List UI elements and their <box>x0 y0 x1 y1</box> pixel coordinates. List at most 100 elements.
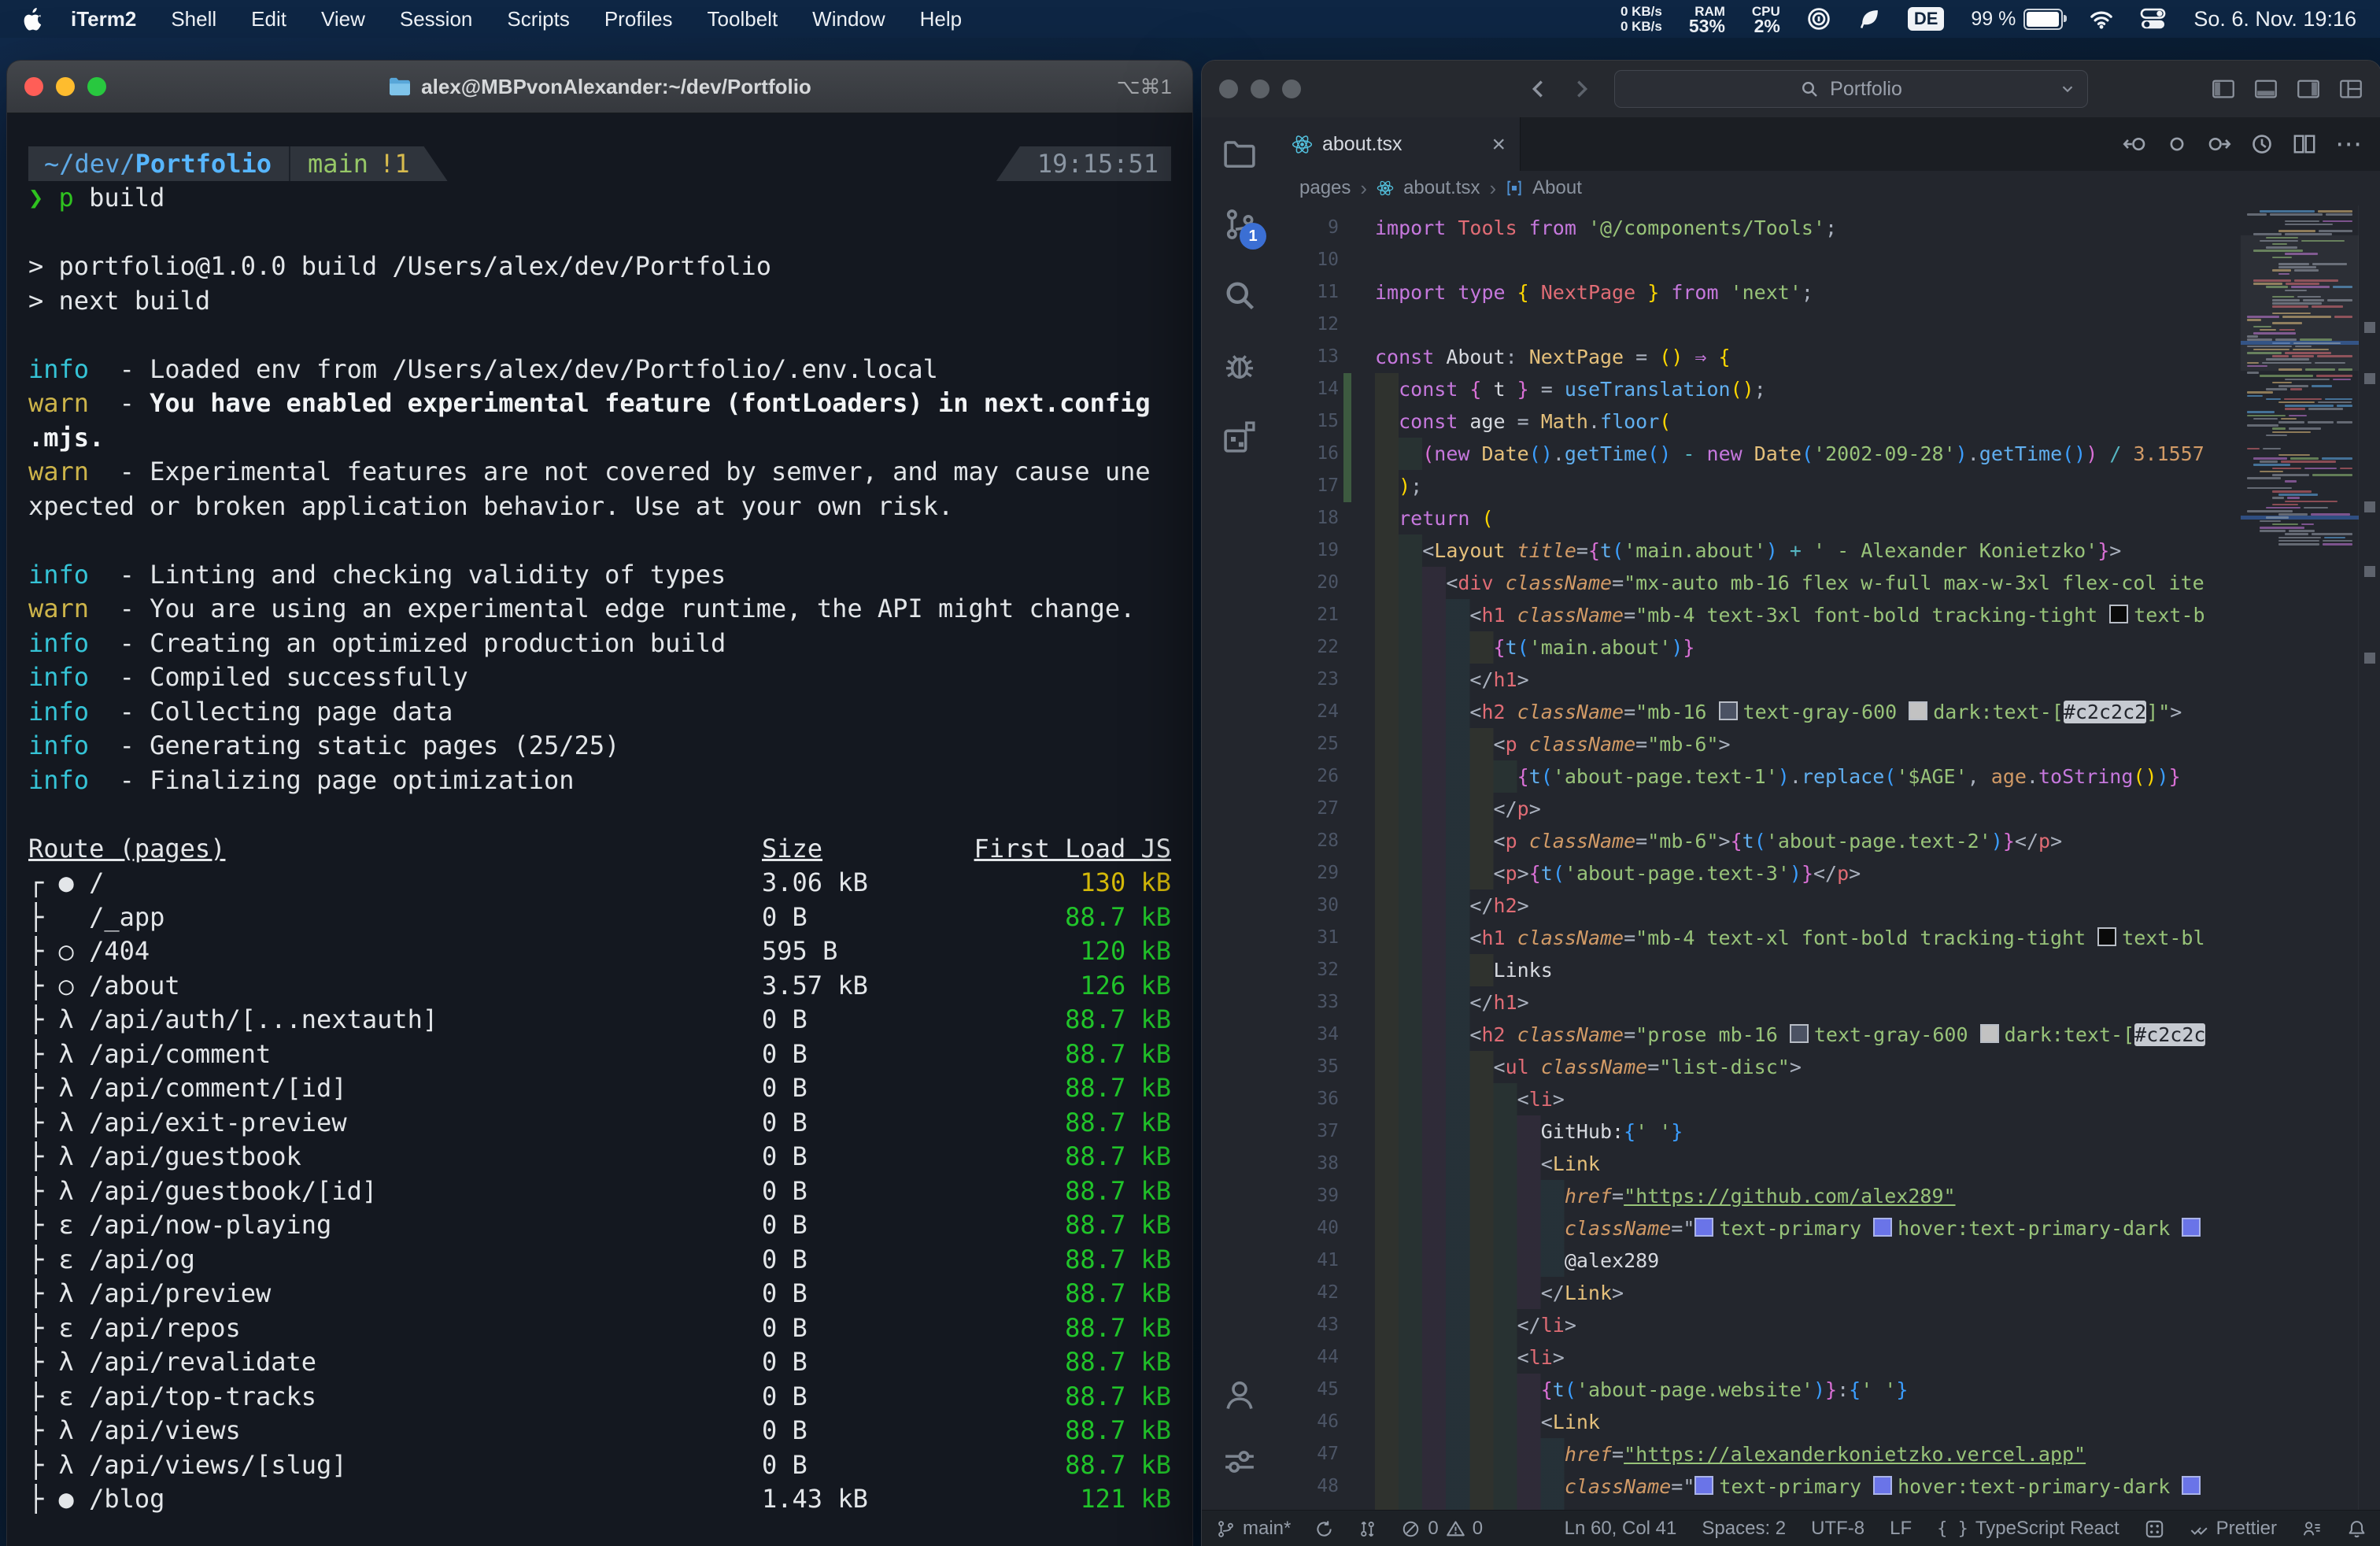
breadcrumb-pages[interactable]: pages <box>1299 177 1351 199</box>
ruler-mark <box>2364 322 2375 333</box>
git-change-bar <box>1343 1245 1351 1277</box>
breadcrumb-file[interactable]: about.tsx <box>1403 177 1480 199</box>
history-back-icon[interactable] <box>1526 77 1550 101</box>
next-change-icon[interactable] <box>2208 132 2231 156</box>
run-debug-icon[interactable] <box>1222 349 1257 383</box>
cpu-indicator[interactable]: CPU 2% <box>1752 4 1780 34</box>
ram-indicator[interactable]: RAM 53% <box>1689 4 1725 34</box>
minimize-button[interactable] <box>1251 80 1269 98</box>
manage-icon[interactable] <box>1222 1444 1257 1479</box>
tab-about-tsx[interactable]: about.tsx × <box>1277 117 1521 172</box>
errors-icon <box>1401 1519 1421 1539</box>
code-line: 48 className="text-primary hover:text-pr… <box>1277 1470 2241 1503</box>
terminal-line: info - Generating static pages (25/25) <box>28 729 1171 764</box>
network-throughput[interactable]: 0 KB/s 0 KB/s <box>1621 4 1662 34</box>
control-center-icon[interactable] <box>2140 7 2167 31</box>
terminal-line: info - Linting and checking validity of … <box>28 558 1171 593</box>
toggle-sidebar-icon[interactable] <box>2211 77 2236 101</box>
menu-item-shell[interactable]: Shell <box>171 7 216 31</box>
indentation-setting[interactable]: Spaces: 2 <box>1702 1518 1786 1540</box>
terminal-content[interactable]: ~/dev/Portfolio main !1 19:15:51 ❯ p bui… <box>7 146 1192 1517</box>
accounts-icon[interactable] <box>1222 1378 1257 1413</box>
keyboard-layout-badge[interactable]: DE <box>1908 7 1945 31</box>
previous-change-icon[interactable] <box>2123 132 2146 156</box>
terminal-line <box>28 797 1171 832</box>
menu-item-window[interactable]: Window <box>812 7 885 31</box>
sync-status[interactable] <box>1314 1519 1334 1539</box>
menu-item-edit[interactable]: Edit <box>251 7 286 31</box>
route-row: ├ ε /api/top-tracks0 B88.7 kB <box>28 1380 1171 1415</box>
menu-clock[interactable]: So. 6. Nov. 19:16 <box>2193 7 2356 31</box>
symbol-icon <box>1506 179 1523 197</box>
menu-item-view[interactable]: View <box>321 7 365 31</box>
prompt-git-dirty: !1 <box>379 149 410 179</box>
battery-indicator[interactable]: 99 % <box>1971 8 2063 31</box>
menu-app-name[interactable]: iTerm2 <box>71 7 136 31</box>
close-button[interactable] <box>1219 80 1238 98</box>
history-forward-icon[interactable] <box>1570 77 1594 101</box>
color-swatch <box>1980 1024 1999 1043</box>
git-change-bar <box>1343 470 1351 502</box>
more-actions-icon[interactable]: ⋯ <box>2335 133 2362 155</box>
route-row: ┌ ● /3.06 kB130 kB <box>28 866 1171 901</box>
search-icon[interactable] <box>1222 278 1257 313</box>
git-change-bar <box>1343 567 1351 599</box>
color-swatch <box>2182 1218 2201 1237</box>
search-icon <box>1800 80 1819 98</box>
menu-bar: iTerm2 Shell Edit View Session Scripts Profil… <box>0 0 2380 38</box>
menu-item-profiles[interactable]: Profiles <box>604 7 673 31</box>
double-check-icon <box>2190 1519 2209 1539</box>
compare-status[interactable] <box>1358 1519 1377 1539</box>
toggle-secondary-sidebar-icon[interactable] <box>2296 77 2321 101</box>
split-editor-icon[interactable] <box>2293 132 2316 156</box>
language-mode[interactable]: { } TypeScript React <box>1937 1518 2119 1540</box>
command-center[interactable]: Portfolio <box>1614 70 2088 108</box>
eol-setting[interactable]: LF <box>1890 1518 1912 1540</box>
source-control-icon[interactable]: 1 <box>1222 207 1257 242</box>
menu-item-toolbelt[interactable]: Toolbelt <box>708 7 778 31</box>
menu-item-help[interactable]: Help <box>920 7 962 31</box>
tab-close-icon[interactable]: × <box>1491 133 1506 157</box>
formatter-status[interactable]: Prettier <box>2190 1518 2277 1540</box>
zoom-button[interactable] <box>1282 80 1301 98</box>
wifi-icon[interactable] <box>2090 7 2113 31</box>
extensions-icon[interactable] <box>1222 420 1257 454</box>
desktop: iTerm2 Shell Edit View Session Scripts Profil… <box>0 0 2380 1546</box>
terminal-window: alex@MBPvonAlexander:~/dev/Portfolio ⌥⌘1… <box>6 60 1193 1546</box>
route-row: ├ λ /api/comment/[id]0 B88.7 kB <box>28 1071 1171 1106</box>
code-line: 47 href="https://alexanderkonietzko.verc… <box>1277 1438 2241 1470</box>
feedback-icon[interactable] <box>2302 1519 2322 1539</box>
minimap[interactable] <box>2241 205 2359 1511</box>
terminal-title-bar[interactable]: alex@MBPvonAlexander:~/dev/Portfolio ⌥⌘1 <box>7 61 1192 113</box>
branch-name: main* <box>1243 1518 1291 1540</box>
git-change-bar <box>1343 405 1351 438</box>
customize-layout-icon[interactable] <box>2338 77 2363 101</box>
problems-status[interactable]: 0 0 <box>1401 1518 1483 1540</box>
warning-count: 0 <box>1473 1518 1483 1540</box>
route-table-header: Route (pages) Size First Load JS <box>28 832 1171 867</box>
code-line: 24 <h2 className="mb-16 text-gray-600 da… <box>1277 696 2241 728</box>
compare-icon <box>1358 1519 1377 1539</box>
leaf-icon[interactable] <box>1857 7 1881 31</box>
menu-item-session[interactable]: Session <box>400 7 473 31</box>
git-change-bar <box>1343 696 1351 728</box>
remote-grid-icon[interactable] <box>2145 1519 2164 1539</box>
change-indicator-icon[interactable] <box>2165 132 2189 156</box>
explorer-icon[interactable] <box>1222 136 1257 171</box>
git-branch-status[interactable]: main* <box>1216 1518 1291 1540</box>
vscode-title-bar[interactable]: Portfolio <box>1202 61 2380 118</box>
code-line: 26 {t('about-page.text-1').replace('$AGE… <box>1277 760 2241 793</box>
code-editor[interactable]: 9import Tools from '@/components/Tools';… <box>1277 205 2380 1511</box>
overview-ruler[interactable] <box>2358 205 2380 1511</box>
git-change-bar <box>1343 1212 1351 1245</box>
breadcrumb-symbol[interactable]: About <box>1532 177 1582 199</box>
code-lines[interactable]: 9import Tools from '@/components/Tools';… <box>1277 212 2241 1511</box>
timeline-icon[interactable] <box>2250 132 2274 156</box>
apple-menu-icon[interactable] <box>24 7 44 31</box>
onepassword-icon[interactable] <box>1807 7 1831 31</box>
menu-item-scripts[interactable]: Scripts <box>507 7 569 31</box>
toggle-panel-icon[interactable] <box>2253 77 2278 101</box>
notifications-icon[interactable] <box>2347 1519 2367 1539</box>
encoding-setting[interactable]: UTF-8 <box>1811 1518 1864 1540</box>
cursor-position[interactable]: Ln 60, Col 41 <box>1565 1518 1677 1540</box>
